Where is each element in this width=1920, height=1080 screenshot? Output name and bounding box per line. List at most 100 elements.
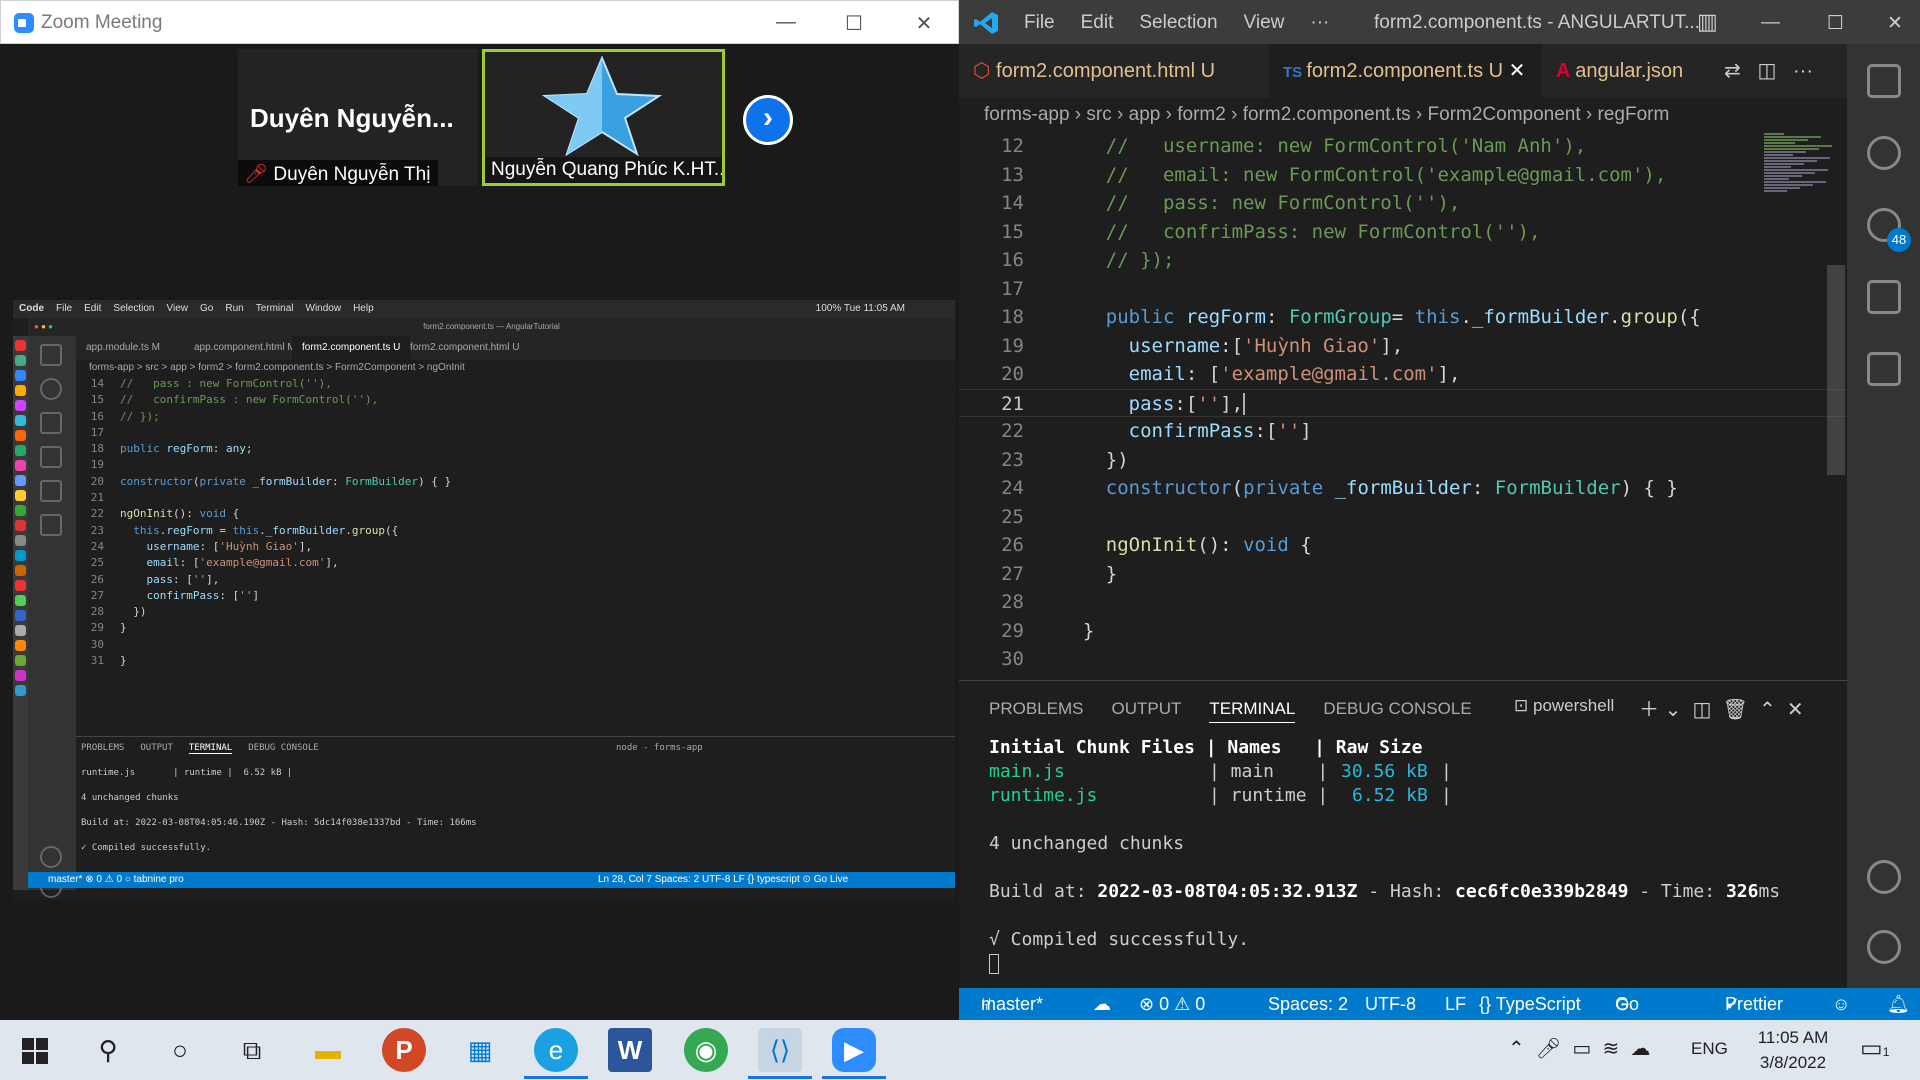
chrome-icon[interactable]: ◉: [684, 1028, 728, 1072]
close-panel-icon[interactable]: ✕: [1787, 699, 1804, 721]
breadcrumb-item[interactable]: form2.component.ts: [1243, 104, 1411, 125]
trash-icon[interactable]: 🗑︎: [1722, 699, 1747, 721]
dock-app-icon[interactable]: [15, 520, 26, 531]
mac-menu-window[interactable]: Window: [306, 303, 342, 314]
menu-selection[interactable]: Selection: [1139, 12, 1217, 33]
battery-icon[interactable]: ▭: [1572, 1038, 1591, 1060]
source-control-icon[interactable]: [40, 412, 62, 434]
dock-app-icon[interactable]: [15, 355, 26, 366]
dock-app-icon[interactable]: [15, 670, 26, 681]
more-actions-icon[interactable]: ···: [1793, 60, 1813, 82]
mac-panel-tab[interactable]: PROBLEMS: [81, 743, 124, 753]
breadcrumb-item[interactable]: regForm: [1598, 104, 1670, 125]
minimap[interactable]: [1764, 132, 1844, 192]
mac-code-editor[interactable]: 14 // pass : new FormControl(''), 15 // con…: [76, 376, 955, 736]
remote-icon[interactable]: [40, 514, 62, 536]
feedback-icon[interactable]: ☺: [1832, 988, 1850, 1020]
explorer-icon[interactable]: [40, 344, 62, 366]
mac-panel-tab[interactable]: DEBUG CONSOLE: [248, 743, 318, 753]
mac-menu-run[interactable]: Run: [225, 303, 243, 314]
microphone-icon[interactable]: 🎤︎: [1536, 1038, 1561, 1060]
panel-tab-problems[interactable]: PROBLEMS: [989, 699, 1083, 718]
sync-icon[interactable]: ☁: [1093, 988, 1111, 1020]
dock-app-icon[interactable]: [15, 475, 26, 486]
participant-tile-phuc[interactable]: Nguyễn Quang Phúc K.HT...: [482, 49, 725, 186]
editor-scrollbar[interactable]: [1827, 265, 1845, 475]
search-icon[interactable]: [40, 378, 62, 400]
dock-app-icon[interactable]: [15, 580, 26, 591]
new-terminal-icon[interactable]: ＋: [1639, 699, 1659, 721]
bell-icon[interactable]: 🔔︎: [1887, 988, 1910, 1020]
dock-app-icon[interactable]: [15, 685, 26, 696]
split-terminal-icon[interactable]: ◫: [1692, 699, 1711, 721]
dock-app-icon[interactable]: [15, 460, 26, 471]
search-icon[interactable]: ⚲: [86, 1028, 130, 1072]
mac-tab[interactable]: app.module.ts M: [76, 336, 170, 360]
account-icon[interactable]: [1867, 860, 1901, 894]
breadcrumb-item[interactable]: forms-app: [984, 104, 1070, 125]
split-editor-icon[interactable]: ◫: [1757, 60, 1776, 82]
tray-icons[interactable]: ⌃ 🎤︎ ▭ ≋ ☁: [1508, 1036, 1650, 1061]
terminal-selector[interactable]: ⊡ powershell: [1514, 696, 1614, 716]
eol-status[interactable]: LF: [1445, 988, 1466, 1020]
cortana-icon[interactable]: ○: [158, 1028, 202, 1072]
mac-tab[interactable]: form2.component.html U: [400, 336, 530, 360]
close-button[interactable]: ✕: [909, 11, 939, 36]
wifi-icon[interactable]: ≋: [1602, 1038, 1619, 1060]
dock-app-icon[interactable]: [15, 490, 26, 501]
vscode-taskbar-icon[interactable]: ⟨⟩: [758, 1028, 802, 1072]
participant-tile-duyen[interactable]: Duyên Nguyễn... 🎤︎ Duyên Nguyễn Thị: [238, 49, 478, 186]
panel-tab-terminal[interactable]: TERMINAL: [1209, 699, 1296, 723]
mac-terminal-panel[interactable]: PROBLEMS OUTPUT TERMINAL DEBUG CONSOLE node…: [76, 736, 955, 881]
dock-app-icon[interactable]: [15, 385, 26, 396]
dock-app-icon[interactable]: [15, 610, 26, 621]
dock-app-icon[interactable]: [15, 430, 26, 441]
close-button[interactable]: ✕: [1887, 12, 1903, 35]
dock-app-icon[interactable]: [15, 445, 26, 456]
panel-tab-debug-console[interactable]: DEBUG CONSOLE: [1323, 699, 1471, 718]
language-status[interactable]: {} TypeScript: [1479, 988, 1581, 1020]
dock-app-icon[interactable]: [15, 595, 26, 606]
mac-menu-file[interactable]: File: [56, 303, 72, 314]
windows-start-icon[interactable]: [22, 1038, 48, 1064]
mac-panel-tab[interactable]: TERMINAL: [188, 743, 233, 754]
chevron-up-icon[interactable]: ⌃: [1508, 1038, 1525, 1060]
dock-app-icon[interactable]: [15, 535, 26, 546]
mac-menu-edit[interactable]: Edit: [84, 303, 101, 314]
dock-app-icon[interactable]: [15, 400, 26, 411]
maximize-button[interactable]: ☐: [839, 11, 869, 36]
dock-app-icon[interactable]: [15, 640, 26, 651]
dock-app-icon[interactable]: [15, 340, 26, 351]
mac-tab[interactable]: app.component.html M: [184, 336, 306, 360]
language-indicator[interactable]: ENG: [1691, 1039, 1728, 1059]
breadcrumb-item[interactable]: app: [1129, 104, 1161, 125]
minimize-button[interactable]: —: [771, 11, 801, 34]
chevron-down-icon[interactable]: ⌄: [1665, 699, 1682, 721]
encoding-status[interactable]: UTF-8: [1365, 988, 1416, 1020]
tab-form2-html[interactable]: ⬡ form2.component.html U: [959, 44, 1269, 98]
dock-app-icon[interactable]: [15, 550, 26, 561]
mac-tab[interactable]: form2.component.ts U: [292, 336, 411, 360]
tab-form2-ts[interactable]: TS form2.component.ts U ✕: [1269, 44, 1542, 98]
mac-menu-help[interactable]: Help: [353, 303, 374, 314]
breadcrumb-item[interactable]: src: [1086, 104, 1111, 125]
maximize-panel-icon[interactable]: ⌃: [1759, 699, 1776, 721]
compare-icon[interactable]: ⇄: [1724, 60, 1741, 82]
layout-icon[interactable]: ▥: [1697, 9, 1718, 35]
clock[interactable]: 11:05 AM 3/8/2022: [1748, 1028, 1838, 1073]
problems-status[interactable]: ⊗ 0 ⚠ 0: [1139, 988, 1205, 1020]
explorer-icon[interactable]: [1867, 64, 1901, 98]
mac-menu-code[interactable]: Code: [19, 303, 44, 314]
terminal-output[interactable]: Initial Chunk Files | Names | Raw Size m…: [989, 736, 1829, 976]
search-icon[interactable]: [1867, 136, 1901, 170]
mac-menu-terminal[interactable]: Terminal: [256, 303, 294, 314]
mac-menu-view[interactable]: View: [167, 303, 189, 314]
mac-terminal-selector[interactable]: node - forms-app: [616, 743, 703, 753]
breadcrumb-item[interactable]: form2: [1177, 104, 1226, 125]
settings-gear-icon[interactable]: [1867, 930, 1901, 964]
edge-icon[interactable]: e: [534, 1028, 578, 1072]
mac-panel-tab[interactable]: OUTPUT: [140, 743, 173, 753]
word-icon[interactable]: W: [608, 1028, 652, 1072]
file-explorer-icon[interactable]: ▬: [306, 1028, 350, 1072]
panel-tab-output[interactable]: OUTPUT: [1111, 699, 1181, 718]
